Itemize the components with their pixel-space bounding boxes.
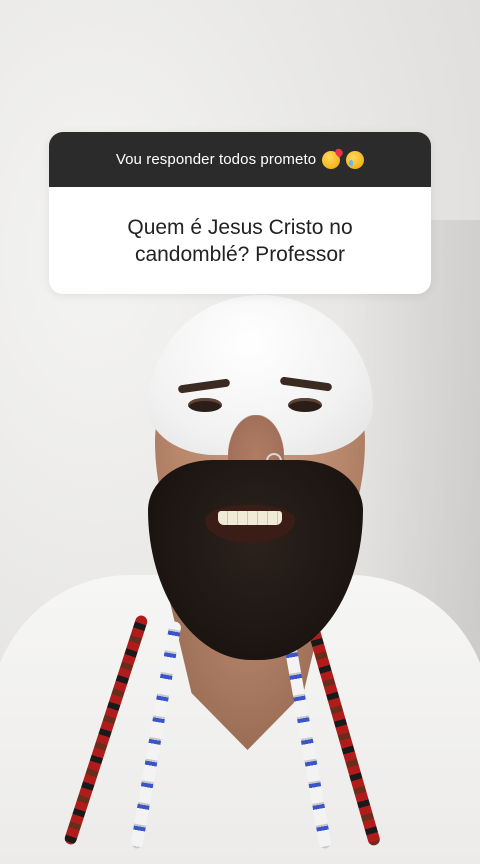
- face-holding-back-tears-icon: [346, 150, 365, 169]
- left-eye: [188, 398, 222, 412]
- question-sticker-prompt: Vou responder todos prometo: [115, 151, 317, 168]
- right-eye: [288, 398, 322, 412]
- video-frame-person: [0, 0, 480, 864]
- question-sticker[interactable]: Vou responder todos prometo Quem é Jesus…: [49, 132, 431, 294]
- teeth: [218, 511, 282, 525]
- face-blowing-kiss-icon: [322, 150, 341, 169]
- question-sticker-header: Vou responder todos prometo: [49, 132, 431, 187]
- question-text: Quem é Jesus Cristo no candomblé? Profes…: [127, 215, 353, 266]
- question-sticker-body: Quem é Jesus Cristo no candomblé? Profes…: [49, 187, 431, 294]
